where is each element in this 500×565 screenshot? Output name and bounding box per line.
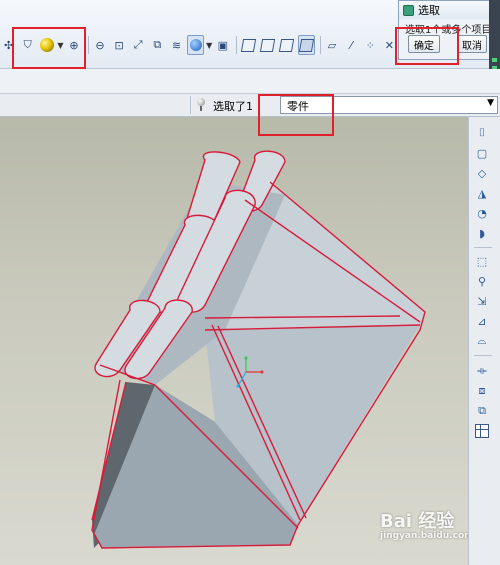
reorient-icon[interactable]: ⤢: [130, 35, 147, 55]
filter-divider: [190, 96, 191, 114]
saved-views-icon[interactable]: ▣: [214, 35, 231, 55]
datum-axis-icon[interactable]: ⁄: [343, 35, 360, 55]
zoom-out-icon[interactable]: ⊖: [91, 35, 108, 55]
boundary-icon[interactable]: ⌓: [474, 333, 490, 349]
variable-sweep-icon[interactable]: ⊿: [474, 313, 490, 329]
sphere-icon[interactable]: [38, 35, 55, 55]
no-hidden-icon[interactable]: [278, 35, 295, 55]
watermark-url: jingyan.baidu.com: [380, 531, 468, 541]
dialog-title-bar: 选取: [399, 1, 489, 19]
chevron-down-icon[interactable]: ▼: [206, 41, 212, 50]
zoom-in-icon[interactable]: ⊕: [65, 35, 82, 55]
shading-icon[interactable]: [297, 35, 315, 55]
datum-plane-icon[interactable]: ▱: [323, 35, 340, 55]
palette-divider: [474, 355, 492, 356]
coordinate-system-icon[interactable]: ✕: [381, 35, 398, 55]
ok-button[interactable]: 确定: [408, 35, 440, 53]
layers-icon[interactable]: ≋: [168, 35, 185, 55]
sweep-icon[interactable]: ⚲: [474, 273, 490, 289]
chevron-down-icon[interactable]: ▼: [57, 41, 63, 50]
round-icon[interactable]: ◔: [474, 205, 490, 221]
blend-icon[interactable]: ⇲: [474, 293, 490, 309]
view-manager-icon[interactable]: ⧉: [149, 35, 166, 55]
grid-icon[interactable]: [474, 423, 490, 439]
watermark-brand: Bai 经验: [380, 511, 455, 532]
toolbar-divider: [236, 36, 238, 54]
view-toolbar-row: ✣ ⛉ ▼ ⊕ ⊖ ⊡ ⤢ ⧉ ≋ ▼ ▣ ▱ ⁄ ⁘ ✕: [0, 33, 400, 57]
cancel-button[interactable]: 取消: [457, 35, 487, 53]
dialog-title: 选取: [418, 4, 440, 17]
toolbar-divider: [87, 36, 89, 54]
pattern-icon[interactable]: ⧈: [474, 383, 490, 399]
filter-value: 零件: [287, 100, 309, 113]
chamfer-icon[interactable]: ◗: [474, 225, 490, 241]
filter-dropdown[interactable]: 零件 ▼: [280, 96, 498, 114]
datum-point-icon[interactable]: ⁘: [362, 35, 379, 55]
display-style-icon[interactable]: [186, 35, 205, 55]
feature-palette: ⌷ ▢ ◇ ◮ ◔ ◗ ⬚ ⚲ ⇲ ⊿ ⌓ ⟛ ⧈ ⧉: [468, 117, 500, 565]
model-canvas: [91, 150, 426, 549]
toolbar-divider: [319, 36, 321, 54]
selection-filter-bar: 选取了1 零件 ▼: [0, 94, 500, 117]
spin-center-icon[interactable]: ✣: [0, 35, 17, 55]
graphics-viewport[interactable]: Bai 经验 jingyan.baidu.com: [0, 117, 468, 565]
hole-icon[interactable]: ⌷: [474, 125, 490, 141]
palette-divider: [474, 247, 492, 248]
hidden-line-icon[interactable]: [259, 35, 276, 55]
shield-icon[interactable]: ⛉: [19, 35, 36, 55]
selection-status: 选取了1: [213, 100, 253, 113]
indicator-dot: [492, 58, 497, 62]
copy-icon[interactable]: ⧉: [474, 403, 490, 419]
mirror-icon[interactable]: ⟛: [474, 363, 490, 379]
rib-icon[interactable]: ◇: [474, 165, 490, 181]
shell-icon[interactable]: ▢: [474, 145, 490, 161]
pin-icon: [197, 98, 205, 111]
toolbar-band: [0, 69, 500, 94]
wireframe-icon[interactable]: [240, 35, 257, 55]
chevron-down-icon[interactable]: ▼: [487, 98, 494, 108]
extrude-icon[interactable]: ⬚: [474, 253, 490, 269]
draft-icon[interactable]: ◮: [474, 185, 490, 201]
select-dialog: 选取 选取1个或多个项目。 确定 取消: [398, 0, 490, 60]
baidu-watermark: Bai 经验 jingyan.baidu.com: [380, 507, 468, 541]
select-icon: [403, 4, 414, 16]
zoom-fit-icon[interactable]: ⊡: [111, 35, 128, 55]
